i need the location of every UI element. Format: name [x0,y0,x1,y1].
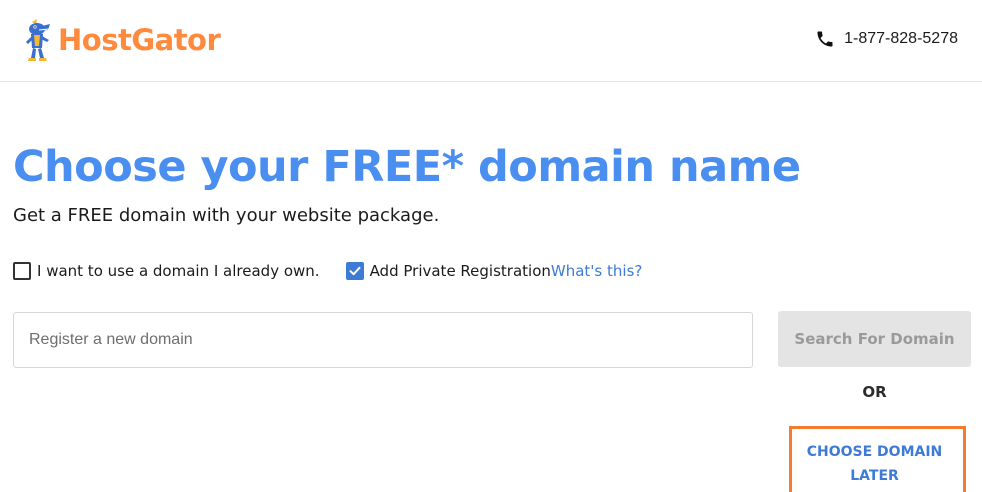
own-domain-label[interactable]: I want to use a domain I already own. [37,262,320,280]
phone-number: 1-877-828-5278 [844,30,958,47]
search-domain-button[interactable]: Search For Domain [778,311,971,367]
phone-icon [817,31,833,47]
hostgator-logo[interactable]: HostGator [24,18,221,62]
private-registration-label[interactable]: Add Private Registration [370,262,551,280]
whats-this-link[interactable]: What's this? [551,262,642,280]
own-domain-checkbox[interactable] [13,262,31,280]
gator-mascot-icon [26,19,50,61]
or-divider: OR [862,383,887,401]
private-registration-option: Add Private Registration What's this? [345,262,642,280]
site-header: HostGator 1-877-828-5278 [0,0,982,82]
private-registration-checkbox[interactable] [345,262,364,280]
domain-search-input[interactable] [13,312,753,368]
phone-contact[interactable]: 1-877-828-5278 [815,29,958,49]
checkmark-icon [349,266,361,276]
page-subtitle: Get a FREE domain with your website pack… [13,205,440,226]
domain-options: I want to use a domain I already own. Ad… [13,262,642,280]
page-title: Choose your FREE* domain name [13,142,801,192]
brand-name: HostGator [58,23,221,57]
choose-domain-later-link[interactable]: CHOOSE DOMAIN LATER [792,440,957,488]
